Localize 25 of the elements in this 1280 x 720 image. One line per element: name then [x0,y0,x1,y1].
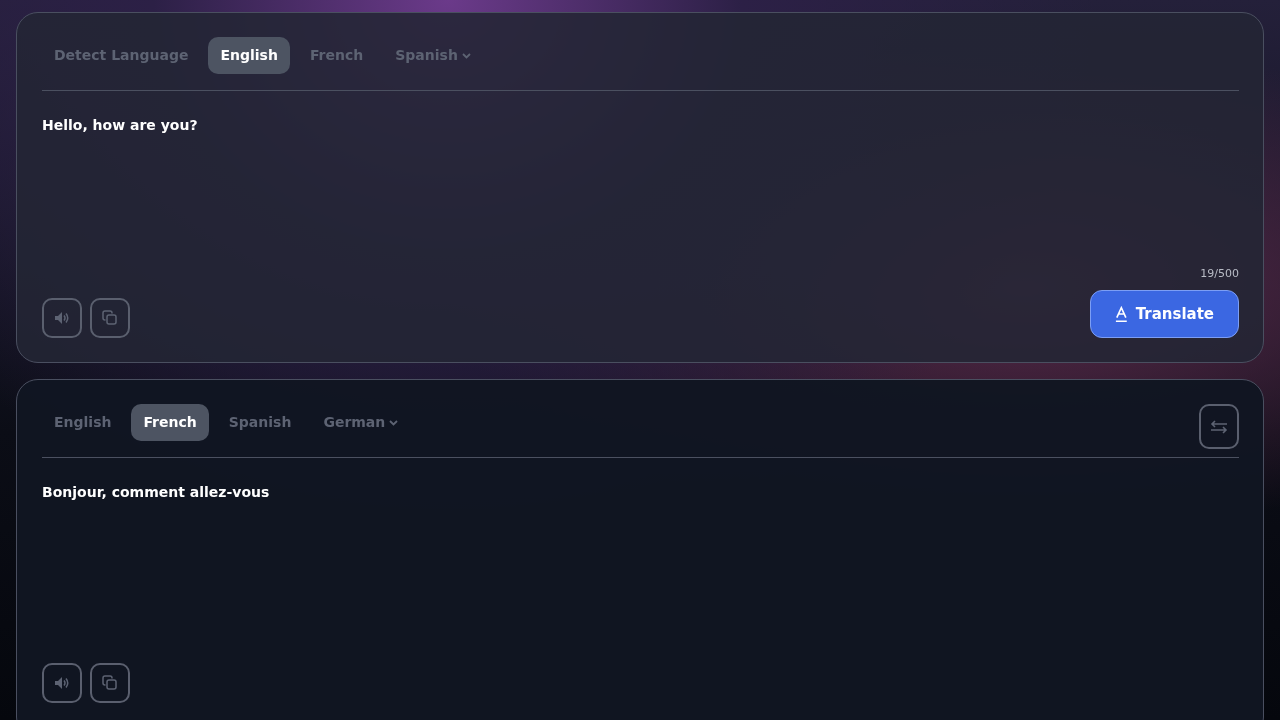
speaker-icon [54,676,70,690]
copy-button[interactable] [90,298,130,338]
character-counter: 19/500 [1200,265,1239,282]
source-text[interactable]: Hello, how are you? [42,115,1239,136]
language-tab[interactable]: French [131,404,209,441]
copy-button[interactable] [90,663,130,703]
language-tab[interactable]: English [208,37,290,74]
swap-arrows-icon [1209,419,1229,434]
speaker-icon [54,311,70,325]
copy-icon [102,310,118,326]
chevron-down-icon [461,52,471,59]
translate-button[interactable]: Translate [1090,290,1239,338]
text-format-icon [1115,305,1128,323]
speaker-button[interactable] [42,298,82,338]
swap-languages-button[interactable] [1199,404,1239,449]
translated-text: Bonjour, comment allez-vous [42,483,271,502]
copy-icon [102,675,118,691]
language-dropdown[interactable]: German [311,404,411,441]
chevron-down-icon [389,419,399,426]
language-tab[interactable]: English [42,404,124,441]
language-tab[interactable]: French [297,37,376,74]
language-tab[interactable]: Spanish [216,404,304,441]
language-tab[interactable]: Detect Language [42,37,201,74]
speaker-button[interactable] [42,663,82,703]
language-dropdown[interactable]: Spanish [383,37,483,74]
